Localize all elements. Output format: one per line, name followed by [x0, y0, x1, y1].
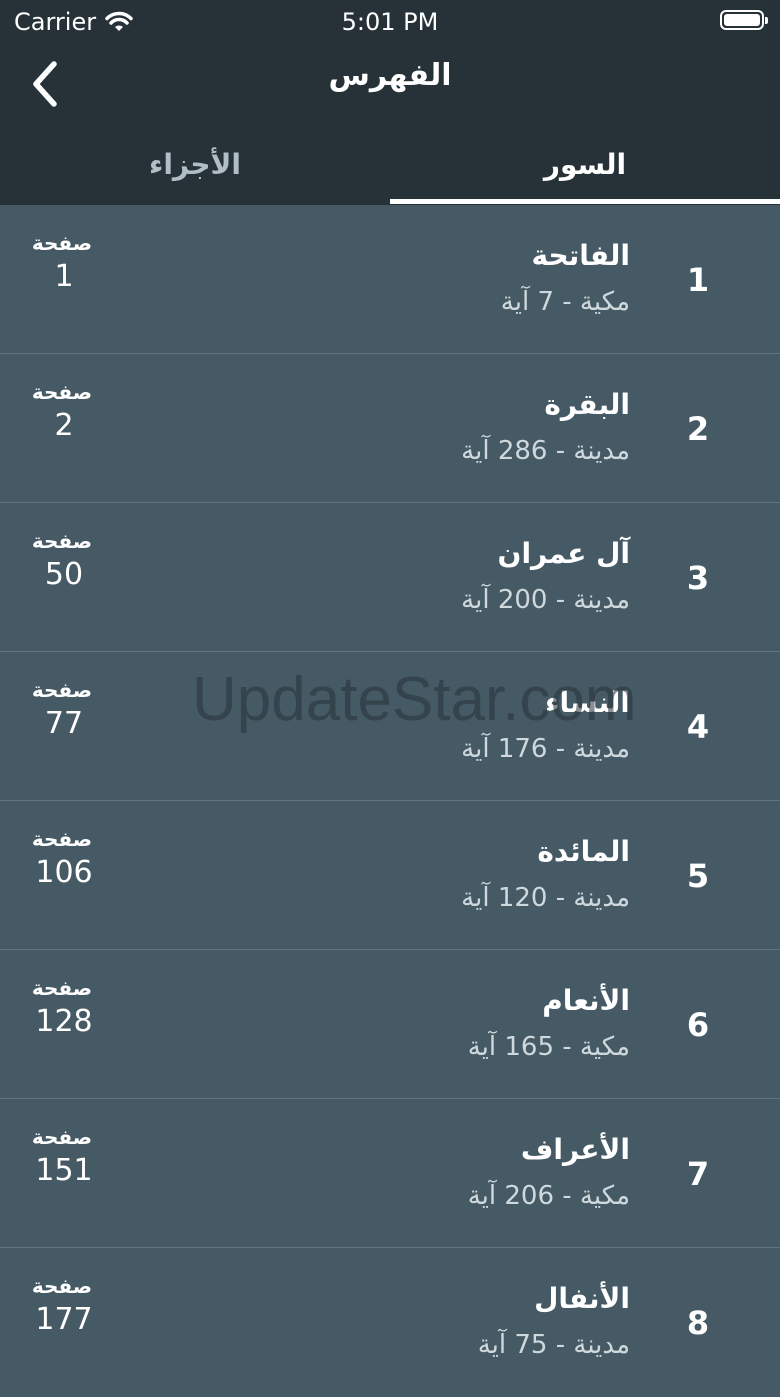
page-label: صفحة — [31, 1125, 93, 1149]
surah-info: مكية - 206 آية — [467, 1181, 630, 1211]
surah-name: الفاتحة — [531, 239, 630, 272]
surah-name: الأنعام — [542, 984, 630, 1017]
surah-number: 2 — [686, 409, 710, 448]
surah-info: مدينة - 200 آية — [461, 585, 630, 615]
surah-number: 5 — [686, 856, 710, 895]
navigation-bar: الفهرس — [0, 44, 780, 124]
surah-name: الأعراف — [520, 1133, 630, 1166]
surah-row-6[interactable]: 6 الأنعام مكية - 165 آية صفحة 128 — [0, 950, 780, 1099]
surah-number: 6 — [686, 1005, 710, 1044]
page-label: صفحة — [31, 976, 93, 1000]
surah-row-5[interactable]: 5 المائدة مدينة - 120 آية صفحة 106 — [0, 801, 780, 950]
tab-surahs[interactable]: السور — [390, 124, 780, 205]
surah-row-4[interactable]: 4 النساء مدينة - 176 آية صفحة 77 — [0, 652, 780, 801]
status-time: 5:01 PM — [341, 8, 439, 36]
page-number: 177 — [35, 1302, 93, 1337]
surah-name: المائدة — [537, 835, 630, 868]
surah-info: مكية - 7 آية — [500, 287, 630, 317]
surah-row-1[interactable]: 1 الفاتحة مكية - 7 آية صفحة 1 — [0, 205, 780, 354]
page-label: صفحة — [31, 827, 93, 851]
battery-icon — [720, 10, 768, 30]
page-number: 77 — [44, 706, 84, 741]
surah-info: مدينة - 120 آية — [461, 883, 630, 913]
tab-juz[interactable]: الأجزاء — [0, 124, 390, 205]
surah-info: مدينة - 286 آية — [461, 436, 630, 466]
page-label: صفحة — [31, 380, 93, 404]
tab-bar: الأجزاء السور — [0, 124, 780, 205]
page-number: 106 — [35, 855, 93, 890]
surah-number: 3 — [686, 558, 710, 597]
app-header: Carrier 5:01 PM الفهرس الأجزاء السور — [0, 0, 780, 205]
page-title: الفهرس — [328, 58, 452, 93]
surah-name: البقرة — [544, 388, 630, 421]
surah-row-8[interactable]: 8 الأنفال مدينة - 75 آية صفحة 177 — [0, 1248, 780, 1397]
surah-number: 4 — [686, 707, 710, 746]
page-number: 2 — [54, 408, 74, 443]
status-bar: Carrier 5:01 PM — [0, 0, 780, 44]
surah-row-7[interactable]: 7 الأعراف مكية - 206 آية صفحة 151 — [0, 1099, 780, 1248]
surah-name: الأنفال — [534, 1282, 630, 1315]
page-number: 128 — [35, 1004, 93, 1039]
page-number: 50 — [44, 557, 84, 592]
surah-list: 1 الفاتحة مكية - 7 آية صفحة 1 2 البقرة م… — [0, 205, 780, 1397]
page-label: صفحة — [31, 529, 93, 553]
surah-row-2[interactable]: 2 البقرة مدينة - 286 آية صفحة 2 — [0, 354, 780, 503]
page-number: 151 — [35, 1153, 93, 1188]
surah-row-3[interactable]: 3 آل عمران مدينة - 200 آية صفحة 50 — [0, 503, 780, 652]
surah-info: مكية - 165 آية — [467, 1032, 630, 1062]
surah-number: 7 — [686, 1154, 710, 1193]
surah-name: النساء — [545, 686, 630, 719]
surah-number: 8 — [686, 1303, 710, 1342]
page-label: صفحة — [31, 1274, 93, 1298]
page-number: 1 — [54, 259, 74, 294]
surah-info: مدينة - 176 آية — [461, 734, 630, 764]
surah-number: 1 — [686, 260, 710, 299]
surah-name: آل عمران — [497, 537, 630, 570]
page-label: صفحة — [31, 678, 93, 702]
page-label: صفحة — [31, 231, 93, 255]
surah-info: مدينة - 75 آية — [477, 1330, 630, 1360]
tab-selected-indicator — [390, 199, 780, 204]
